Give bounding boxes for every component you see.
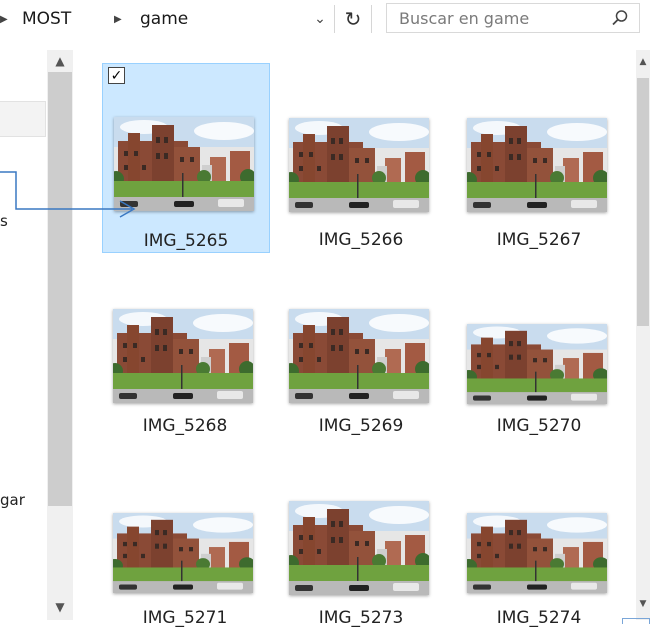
- breadcrumb-most[interactable]: MOST: [22, 6, 71, 32]
- file-name: IMG_5268: [142, 416, 228, 436]
- image-thumbnail: [467, 513, 607, 593]
- refresh-icon[interactable]: ↻: [334, 5, 372, 33]
- file-tile[interactable]: IMG_5274: [455, 435, 623, 628]
- file-name: IMG_5274: [496, 608, 582, 628]
- breadcrumb-separator-icon[interactable]: ▶: [114, 6, 122, 32]
- file-tile[interactable]: IMG_5270: [455, 249, 623, 439]
- file-name: IMG_5273: [318, 608, 404, 628]
- file-tile[interactable]: IMG_5271: [102, 435, 270, 628]
- file-name: IMG_5265: [143, 231, 229, 251]
- content-scrollbar-thumb[interactable]: [637, 78, 649, 326]
- scroll-down-icon[interactable]: ▼: [636, 594, 650, 614]
- nav-item-selected[interactable]: [0, 101, 46, 137]
- file-tile[interactable]: IMG_5267: [455, 63, 623, 253]
- search-icon[interactable]: [611, 9, 629, 27]
- image-thumbnail: [113, 513, 253, 593]
- file-name: IMG_5271: [142, 608, 228, 628]
- window-edge-fragment: [622, 618, 650, 624]
- search-placeholder: Buscar en game: [399, 9, 530, 28]
- breadcrumb-separator-icon[interactable]: ▶: [0, 6, 8, 32]
- selection-checkbox[interactable]: ✓: [108, 67, 125, 84]
- image-thumbnail: [289, 501, 429, 595]
- file-name: IMG_5266: [318, 230, 404, 250]
- image-thumbnail: [467, 118, 607, 212]
- image-thumbnail: [289, 309, 429, 403]
- file-tile[interactable]: IMG_5268: [102, 249, 270, 439]
- file-tile[interactable]: IMG_5273: [277, 435, 445, 628]
- nav-scrollbar-thumb[interactable]: [48, 72, 72, 506]
- scroll-up-icon[interactable]: ▲: [48, 50, 72, 72]
- address-bar: ▶ MOST ▶ game ⌄ ↻ Buscar en game: [0, 0, 650, 40]
- file-name: IMG_5267: [496, 230, 582, 250]
- file-name: IMG_5269: [318, 416, 404, 436]
- scroll-up-icon[interactable]: ▲: [636, 52, 650, 72]
- scroll-down-icon[interactable]: ▼: [48, 596, 72, 618]
- navigation-pane: [0, 40, 46, 624]
- nav-item-partial[interactable]: gar: [0, 491, 25, 509]
- image-thumbnail: [467, 324, 607, 404]
- file-tile[interactable]: IMG_5269: [277, 249, 445, 439]
- breadcrumb-game[interactable]: game: [140, 6, 188, 32]
- search-input[interactable]: Buscar en game: [386, 3, 640, 33]
- file-tile[interactable]: IMG_5266: [277, 63, 445, 253]
- image-thumbnail: [113, 309, 253, 403]
- annotation-arrow-icon: [0, 171, 136, 218]
- file-name: IMG_5270: [496, 416, 582, 436]
- image-thumbnail: [289, 118, 429, 212]
- history-dropdown-icon[interactable]: ⌄: [307, 6, 333, 32]
- file-tile[interactable]: ✓ IMG_5265: [102, 63, 270, 253]
